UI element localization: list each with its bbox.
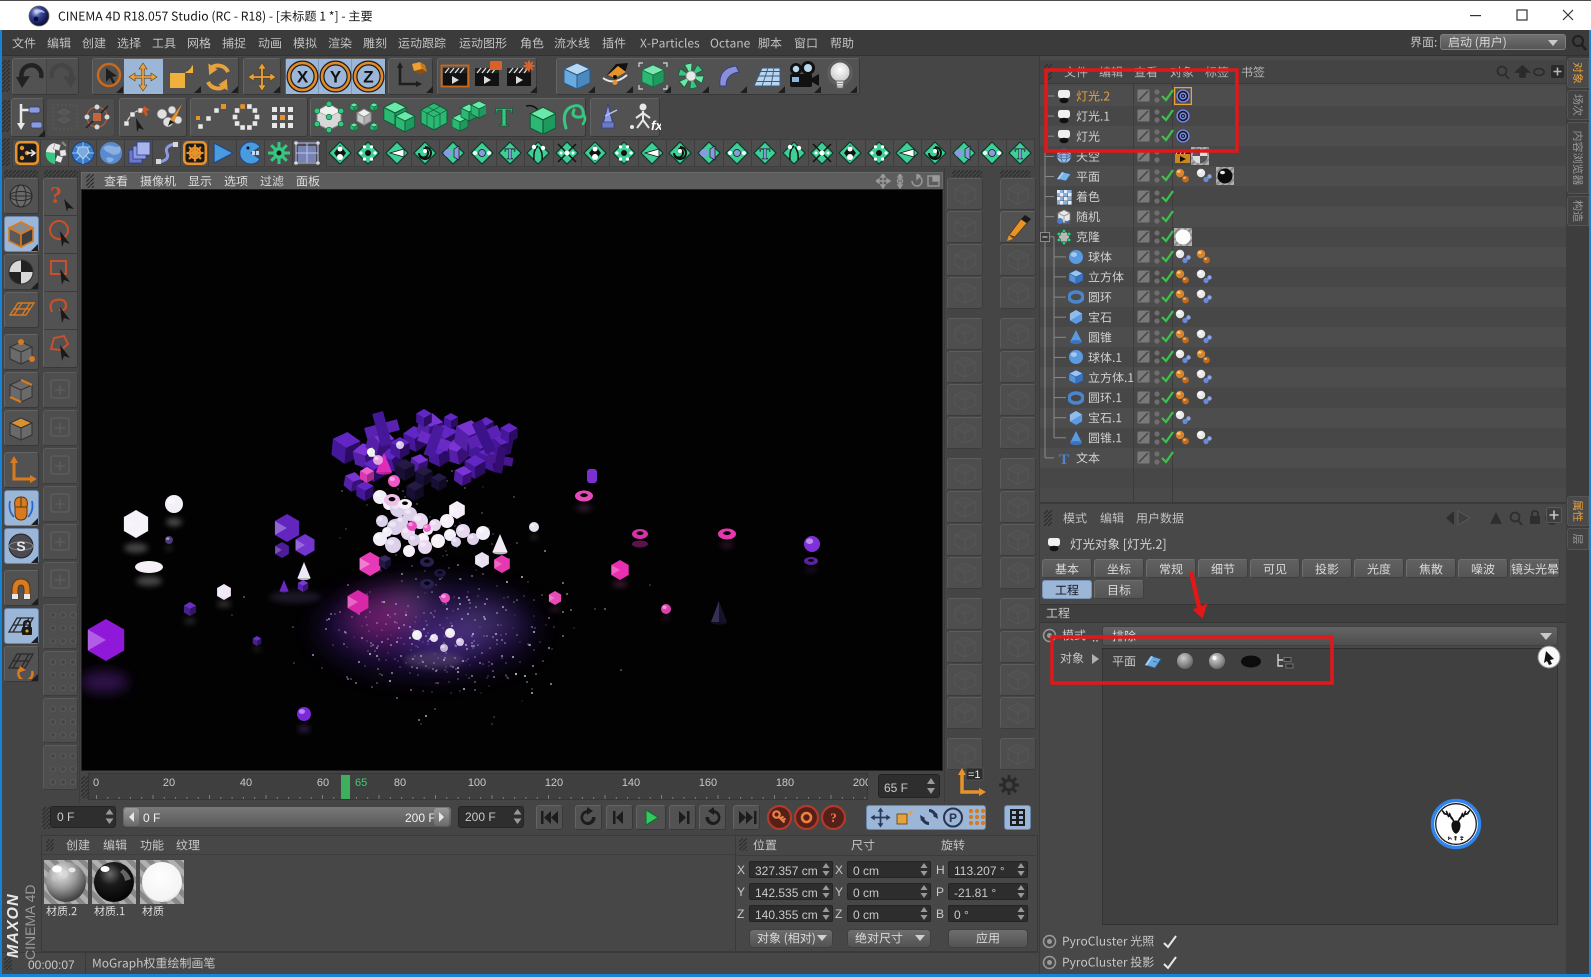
- svg-text:X: X: [297, 68, 309, 87]
- svg-text:T: T: [760, 146, 771, 163]
- svg-text:80: 80: [394, 777, 406, 789]
- svg-text:S: S: [16, 538, 25, 554]
- svg-text:T: T: [1059, 452, 1069, 466]
- svg-text:100: 100: [468, 777, 486, 789]
- svg-text:40: 40: [240, 777, 252, 789]
- svg-text:65: 65: [355, 777, 367, 789]
- svg-text:T: T: [495, 103, 512, 132]
- svg-text:?: ?: [830, 810, 837, 825]
- svg-text:MAXON: MAXON: [5, 893, 22, 958]
- svg-text:180: 180: [776, 777, 794, 789]
- svg-text:fx: fx: [651, 118, 661, 133]
- svg-text:60: 60: [317, 777, 329, 789]
- svg-text:=1: =1: [968, 769, 981, 781]
- svg-text:120: 120: [545, 777, 563, 789]
- svg-text:Z: Z: [363, 68, 373, 87]
- svg-text:P: P: [949, 811, 957, 825]
- svg-text:T: T: [1015, 146, 1026, 163]
- svg-text:0: 0: [93, 777, 99, 789]
- svg-text:140: 140: [622, 777, 640, 789]
- svg-text:T: T: [505, 146, 516, 163]
- svg-text:CINEMA 4D: CINEMA 4D: [22, 885, 38, 960]
- svg-text:?: ?: [50, 183, 62, 209]
- svg-text:200: 200: [853, 777, 868, 789]
- svg-text:Y: Y: [330, 68, 342, 87]
- svg-text:160: 160: [699, 777, 717, 789]
- svg-text:20: 20: [163, 777, 175, 789]
